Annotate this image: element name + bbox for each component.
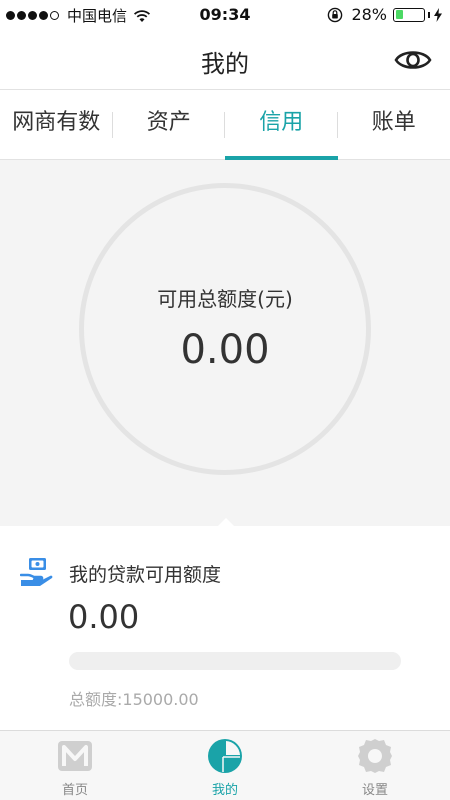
loan-progress-bar xyxy=(69,652,401,670)
tab-assets[interactable]: 资产 xyxy=(113,90,226,159)
page-title: 我的 xyxy=(201,50,249,78)
tab-bar-top: 网商有数 资产 信用 账单 xyxy=(0,90,450,160)
eye-icon xyxy=(394,51,432,69)
credit-summary: 可用总额度(元) 0.00 xyxy=(0,160,450,526)
status-right: 28% xyxy=(327,5,442,24)
battery-fill xyxy=(395,10,403,19)
gear-icon xyxy=(358,739,392,773)
loan-credit-card[interactable]: 我的贷款可用额度 0.00 总额度:15000.00 xyxy=(0,518,450,730)
charging-bolt-icon xyxy=(434,7,442,22)
tab-mine-label: 我的 xyxy=(211,783,238,798)
battery-nub xyxy=(428,11,430,18)
tab-credit[interactable]: 信用 xyxy=(225,90,338,160)
loan-available-value: 0.00 xyxy=(68,598,140,636)
tab-home-label: 首页 xyxy=(61,783,88,798)
tab-home[interactable]: 首页 xyxy=(20,731,130,800)
tab-wangshang-data[interactable]: 网商有数 xyxy=(0,90,113,159)
app-screen: 中国电信 09:34 28% 我的 网商有数 资产 信用 账单 可用总额度(元)… xyxy=(0,0,450,800)
loan-total-credit: 总额度:15000.00 xyxy=(69,690,199,709)
available-credit-value: 0.00 xyxy=(180,327,270,373)
pie-chart-icon xyxy=(208,739,242,773)
tab-mine[interactable]: 我的 xyxy=(170,731,280,800)
card-notch xyxy=(217,518,235,527)
available-credit-label: 可用总额度(元) xyxy=(157,287,293,311)
battery-icon xyxy=(393,7,425,22)
tab-settings-label: 设置 xyxy=(361,783,388,798)
toggle-visibility-button[interactable] xyxy=(394,44,432,76)
tab-settings[interactable]: 设置 xyxy=(320,731,430,800)
home-m-icon xyxy=(58,741,92,771)
battery-percent: 28% xyxy=(351,5,387,24)
hand-money-icon xyxy=(20,558,53,586)
tab-label: 资产 xyxy=(146,110,191,135)
tab-label: 信用 xyxy=(259,110,304,135)
rotation-lock-icon xyxy=(328,7,343,22)
status-bar: 中国电信 09:34 28% xyxy=(0,0,450,30)
bottom-tab-bar: 首页 我的 设置 xyxy=(0,730,450,800)
tab-bills[interactable]: 账单 xyxy=(338,90,450,159)
header: 我的 xyxy=(0,30,450,90)
tab-label: 网商有数 xyxy=(12,110,101,135)
tab-label: 账单 xyxy=(371,110,416,135)
loan-title: 我的贷款可用额度 xyxy=(69,564,222,586)
